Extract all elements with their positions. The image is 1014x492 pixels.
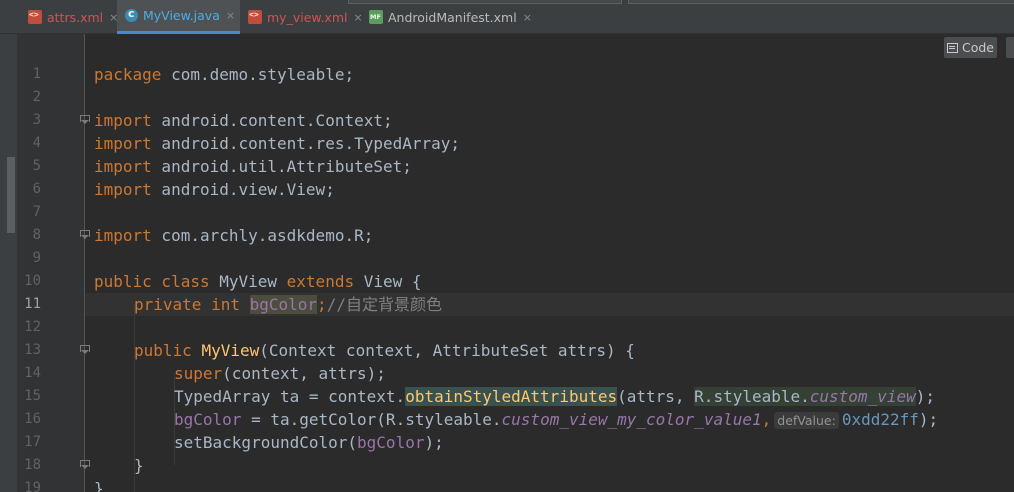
code-line-5: import android.util.AttributeSet; xyxy=(94,157,412,176)
xml-file-icon xyxy=(248,10,262,24)
parameter-hint: defValue: xyxy=(774,412,839,429)
scroll-thumb[interactable] xyxy=(7,157,15,233)
line-number: 10 xyxy=(24,273,41,289)
line-number: 14 xyxy=(24,365,41,381)
close-icon[interactable]: × xyxy=(226,9,235,22)
code-line-17: setBackgroundColor(bgColor); xyxy=(174,433,444,452)
code-line-14: super(context, attrs); xyxy=(174,364,386,383)
code-line-15: TypedArray ta = context.obtainStyledAttr… xyxy=(174,387,935,406)
line-number: 18 xyxy=(24,457,41,473)
code-view-button[interactable]: Code xyxy=(944,37,997,58)
code-line-19: } xyxy=(94,479,104,492)
line-number: 2 xyxy=(32,89,41,105)
line-number: 19 xyxy=(24,480,41,492)
java-class-icon xyxy=(125,7,138,22)
tab-label: my_view.xml xyxy=(267,9,348,25)
line-number: 1 xyxy=(32,66,41,82)
line-number: 12 xyxy=(24,319,41,335)
line-number: 7 xyxy=(32,204,41,220)
code-line-18: } xyxy=(134,456,144,475)
tab-label: attrs.xml xyxy=(47,9,104,25)
line-number: 15 xyxy=(24,388,41,404)
code-line-1: package com.demo.styleable; xyxy=(94,65,355,84)
manifest-file-icon xyxy=(369,10,383,24)
tab-my-view-xml[interactable]: my_view.xml × xyxy=(240,0,363,34)
code-line-8: import com.archly.asdkdemo.R; xyxy=(94,226,374,245)
close-icon[interactable]: × xyxy=(523,11,532,24)
line-number: 13 xyxy=(24,342,41,358)
line-number: 6 xyxy=(32,181,41,197)
tool-window-strip xyxy=(0,34,17,492)
code-line-4: import android.content.res.TypedArray; xyxy=(94,134,461,153)
line-number: 5 xyxy=(32,158,41,174)
code-editor[interactable]: 1 2 3 4 5 6 7 8 9 10 11 12 13 14 15 16 1… xyxy=(0,34,1014,492)
line-number: 8 xyxy=(32,227,41,243)
top-field-right xyxy=(628,0,1014,4)
split-view-button[interactable] xyxy=(1006,37,1014,58)
line-number: 17 xyxy=(24,434,41,450)
tab-label: MyView.java xyxy=(143,8,220,23)
ide-window: attrs.xml × MyView.java × my_view.xml × … xyxy=(0,0,1014,492)
code-line-11: private int bgColor;//自定背景颜色 xyxy=(134,295,442,314)
line-number: 4 xyxy=(32,135,41,151)
tab-androidmanifest-xml[interactable]: AndroidManifest.xml × xyxy=(361,0,532,34)
field-bgcolor[interactable]: bgColor xyxy=(249,295,318,314)
line-number: 16 xyxy=(24,411,41,427)
line-number-current: 11 xyxy=(24,296,41,312)
code-view-label: Code xyxy=(961,40,994,55)
line-number: 9 xyxy=(32,250,41,266)
code-line-6: import android.view.View; xyxy=(94,180,335,199)
code-line-16: bgColor = ta.getColor(R.styleable.custom… xyxy=(174,410,939,429)
code-view-icon xyxy=(946,42,958,53)
code-area[interactable]: package com.demo.styleable; import andro… xyxy=(85,34,1014,492)
tab-label: AndroidManifest.xml xyxy=(388,9,517,25)
tab-myview-java[interactable]: MyView.java × xyxy=(117,0,240,34)
code-line-3: import android.content.Context; xyxy=(94,111,393,130)
code-line-13: public MyView(Context context, Attribute… xyxy=(134,341,635,360)
code-line-10: public class MyView extends View { xyxy=(94,272,422,291)
line-number: 3 xyxy=(32,112,41,128)
editor-tab-bar: attrs.xml × MyView.java × my_view.xml × … xyxy=(0,0,1014,34)
xml-file-icon xyxy=(28,10,42,24)
tab-attrs-xml[interactable]: attrs.xml × xyxy=(20,0,118,34)
